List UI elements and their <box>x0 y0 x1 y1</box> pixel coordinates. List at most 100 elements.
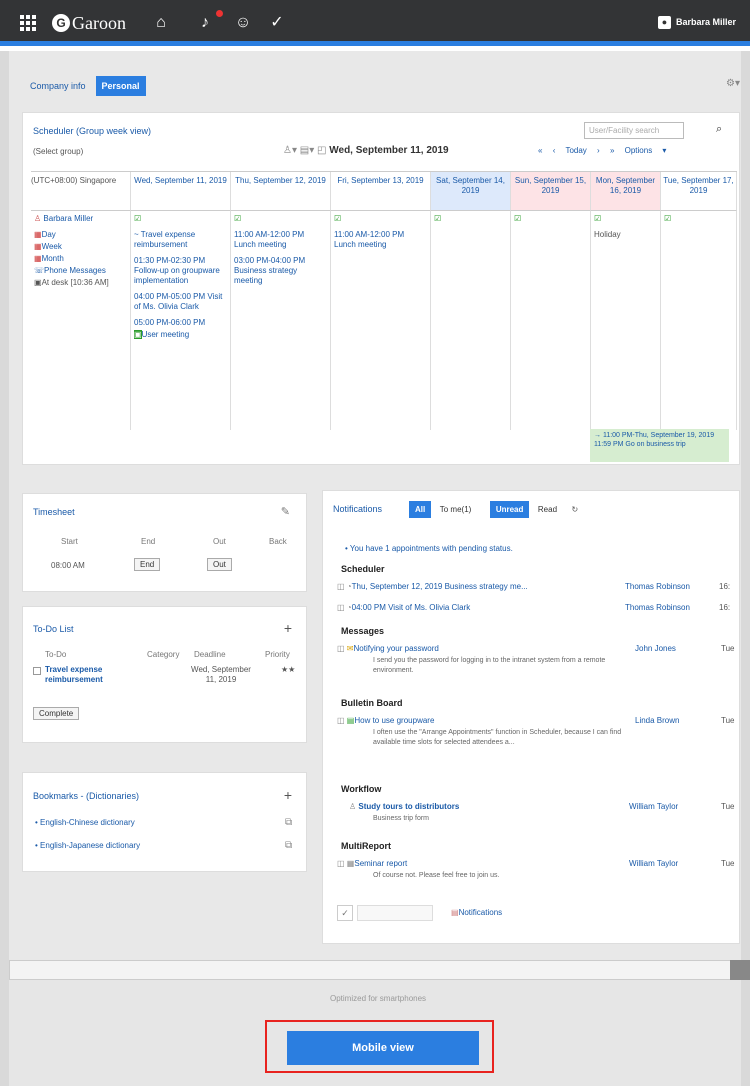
notification-filters: All To me(1) Unread Read ↻ <box>409 501 584 518</box>
event-item[interactable]: ▣User meeting <box>134 330 227 340</box>
day-header[interactable]: Thu, September 12, 2019 <box>231 172 331 210</box>
next-day-button[interactable]: › <box>597 146 600 155</box>
notification-item[interactable]: ◫ ✉Notifying your password <box>337 644 439 653</box>
horizontal-scrollbar[interactable] <box>9 960 731 980</box>
tab-company-info[interactable]: Company info <box>24 76 92 96</box>
app-menu-icon[interactable] <box>20 15 36 31</box>
bookmark-link[interactable]: • English-Japanese dictionary <box>35 841 140 850</box>
notification-item[interactable]: ♙ Study tours to distributors <box>349 802 459 811</box>
add-event-icon[interactable]: ☑ <box>334 214 427 224</box>
view-icons[interactable]: ♙▾ ▤▾ ◰ <box>283 145 329 156</box>
schedule-grid: (UTC+08:00) Singapore Wed, September 11,… <box>31 171 737 430</box>
user-link-day[interactable]: ▦Day <box>34 230 127 240</box>
notification-item[interactable]: ◫ ▦Seminar report <box>337 859 407 868</box>
sender-link[interactable]: Thomas Robinson <box>625 603 690 612</box>
add-event-icon[interactable]: ☑ <box>134 214 227 224</box>
app-logo[interactable]: G Garoon <box>52 13 126 34</box>
user-name-link[interactable]: ♙ Barbara Miller <box>34 214 127 224</box>
select-all-checkbox[interactable]: ✓ <box>337 905 353 921</box>
day-header[interactable]: Tue, September 17, 2019 <box>661 172 737 210</box>
bell-icon[interactable]: ♪ <box>196 14 214 32</box>
day-header[interactable]: Wed, September 11, 2019 <box>131 172 231 210</box>
add-event-icon[interactable]: ☑ <box>594 214 657 224</box>
user-facility-search-input[interactable]: User/Facility search <box>584 122 684 139</box>
todo-checkbox[interactable] <box>33 667 41 675</box>
notification-item[interactable]: ◫ ◔Thu, September 12, 2019 Business stra… <box>337 582 528 591</box>
filter-read[interactable]: Read <box>532 501 563 518</box>
add-event-icon[interactable]: ☑ <box>234 214 327 224</box>
event-item[interactable]: 03:00 PM-04:00 PM Business strategy meet… <box>234 256 327 286</box>
todo-panel: To-Do List + To-Do Category Deadline Pri… <box>22 606 307 743</box>
mark-read-icon[interactable]: ◫ <box>337 582 345 591</box>
user-menu[interactable]: ● Barbara Miller <box>657 16 736 29</box>
todo-item-link[interactable]: Travel expense reimbursement <box>45 665 125 685</box>
presence-status[interactable]: ▣At desk [10:36 AM] <box>34 278 127 288</box>
pin-icon[interactable]: ✎ <box>281 505 290 518</box>
scheduler-title[interactable]: Scheduler (Group week view) <box>33 126 151 136</box>
user-link-week[interactable]: ▦Week <box>34 242 127 252</box>
smile-icon[interactable]: ☺ <box>234 14 252 32</box>
bookmarks-title[interactable]: Bookmarks - (Dictionaries) <box>33 791 139 801</box>
today-button[interactable]: Today <box>565 146 586 155</box>
refresh-icon[interactable]: ↻ <box>566 501 585 518</box>
event-item[interactable]: ~ Travel expense reimbursement <box>134 230 227 250</box>
event-item[interactable]: 01:30 PM-02:30 PM Follow-up on groupware… <box>134 256 227 286</box>
portal-settings-icon[interactable]: ⚙▾ <box>726 78 740 89</box>
notification-item[interactable]: ◫ ▤How to use groupware <box>337 716 434 725</box>
next-week-button[interactable]: » <box>610 146 614 155</box>
add-event-icon[interactable]: ☑ <box>434 214 507 224</box>
mobile-view-button[interactable]: Mobile view <box>287 1031 479 1065</box>
home-icon[interactable]: ⌂ <box>152 14 170 32</box>
check-icon[interactable]: ✓ <box>268 14 286 32</box>
search-icon[interactable]: ⌕ <box>716 123 722 136</box>
mark-read-icon[interactable]: ◫ <box>337 644 345 653</box>
day-header-holiday[interactable]: Mon, September 16, 2019 <box>591 172 661 210</box>
event-item[interactable]: 04:00 PM-05:00 PM Visit of Ms. Olivia Cl… <box>134 292 227 312</box>
sender-link[interactable]: John Jones <box>635 644 676 653</box>
add-todo-icon[interactable]: + <box>284 620 292 636</box>
scroll-button[interactable] <box>730 960 750 980</box>
add-event-icon[interactable]: ☑ <box>664 214 733 224</box>
group-select[interactable]: (Select group) <box>33 147 83 156</box>
event-item[interactable]: 11:00 AM-12:00 PM Lunch meeting <box>334 230 427 250</box>
prev-day-button[interactable]: ‹ <box>553 146 556 155</box>
mark-read-icon[interactable]: ◫ <box>337 859 345 868</box>
multi-day-event[interactable]: → 11:00 PM-Thu, September 19, 2019 11:59… <box>590 429 729 462</box>
event-item[interactable]: 11:00 AM-12:00 PM Lunch meeting <box>234 230 327 250</box>
options-button[interactable]: Options ▾ <box>625 146 667 155</box>
sender-link[interactable]: Thomas Robinson <box>625 582 690 591</box>
add-bookmark-icon[interactable]: + <box>284 787 292 803</box>
open-link-icon[interactable]: ⧉ <box>285 840 292 851</box>
add-event-icon[interactable]: ☑ <box>514 214 587 224</box>
pending-notice[interactable]: • You have 1 appointments with pending s… <box>345 544 513 553</box>
filter-to-me[interactable]: To me(1) <box>434 501 478 518</box>
mark-as-read-button[interactable] <box>357 905 433 921</box>
timesheet-title[interactable]: Timesheet <box>33 507 75 517</box>
day-header[interactable]: Fri, September 13, 2019 <box>331 172 431 210</box>
open-link-icon[interactable]: ⧉ <box>285 817 292 828</box>
out-button[interactable]: Out <box>207 558 232 571</box>
end-button[interactable]: End <box>134 558 161 571</box>
day-header-saturday[interactable]: Sat, September 14, 2019 <box>431 172 511 210</box>
user-link-phone-messages[interactable]: ☏Phone Messages <box>34 266 127 276</box>
todo-title[interactable]: To-Do List <box>33 624 74 634</box>
user-name: Barbara Miller <box>675 17 736 27</box>
mark-read-icon[interactable]: ◫ <box>337 603 345 612</box>
section-workflow: Workflow <box>341 784 382 794</box>
mark-read-icon[interactable]: ◫ <box>337 716 345 725</box>
user-link-month[interactable]: ▦Month <box>34 254 127 264</box>
filter-unread[interactable]: Unread <box>489 501 530 518</box>
notification-item[interactable]: ◫ ◔04:00 PM Visit of Ms. Olivia Clark <box>337 603 470 612</box>
sender-link[interactable]: William Taylor <box>629 802 678 811</box>
complete-button[interactable]: Complete <box>33 707 80 720</box>
filter-all[interactable]: All <box>409 501 432 518</box>
tab-personal[interactable]: Personal <box>95 76 146 96</box>
notifications-footer-link[interactable]: ▤Notifications <box>451 908 502 917</box>
sender-link[interactable]: William Taylor <box>629 859 678 868</box>
event-item[interactable]: 05:00 PM-06:00 PM <box>134 318 227 328</box>
day-header-sunday[interactable]: Sun, September 15, 2019 <box>511 172 591 210</box>
sender-link[interactable]: Linda Brown <box>635 716 679 725</box>
bookmark-link[interactable]: • English-Chinese dictionary <box>35 818 135 827</box>
prev-week-button[interactable]: « <box>538 146 542 155</box>
notifications-title[interactable]: Notifications <box>333 504 382 514</box>
